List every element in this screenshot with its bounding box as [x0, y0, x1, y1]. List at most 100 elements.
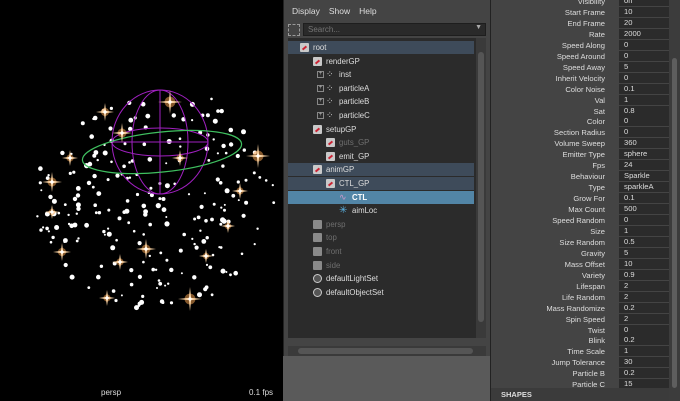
attr-value-field[interactable]: Sparkle [619, 171, 669, 182]
attr-row-gravity: Gravity 5 [491, 247, 669, 259]
outliner-item-emit_gp[interactable]: emit_GP [288, 150, 474, 163]
outliner-vertical-scrollbar[interactable] [476, 38, 486, 338]
attr-value-field[interactable]: 5 [619, 247, 669, 258]
particle-dot [272, 201, 276, 205]
outliner-item-rendergp[interactable]: renderGP [288, 55, 474, 68]
viewport-persp[interactable]: persp 0.1 fps [0, 0, 283, 401]
attr-value-field[interactable]: 0 [619, 116, 669, 127]
attr-label: Max Count [568, 205, 605, 215]
attr-value-field[interactable]: 0.2 [619, 335, 669, 346]
outliner-horizontal-scrollbar[interactable] [288, 346, 486, 356]
attr-value-field[interactable]: 0.1 [619, 83, 669, 94]
expand-icon[interactable]: + [317, 98, 324, 106]
particle-dot [256, 227, 259, 230]
attr-value-field[interactable]: on [619, 0, 669, 6]
outliner-item-particleb[interactable]: + ⁘ particleB [288, 95, 474, 108]
particle-dot [75, 193, 81, 198]
sparkle-core [118, 260, 122, 264]
attr-value-field[interactable]: sphere [619, 149, 669, 160]
menu-display[interactable]: Display [292, 6, 320, 16]
attr-value-field[interactable]: 30 [619, 357, 669, 368]
search-input[interactable] [303, 23, 486, 36]
attr-value-field[interactable]: 0.2 [619, 368, 669, 379]
attr-value-field[interactable]: 1 [619, 94, 669, 105]
menu-help[interactable]: Help [359, 6, 376, 16]
attr-value-field[interactable]: 0 [619, 127, 669, 138]
expand-icon[interactable]: + [317, 71, 324, 79]
expand-icon[interactable]: + [317, 84, 324, 92]
outliner-item-defaultobjectset[interactable]: defaultObjectSet [288, 286, 474, 299]
particle-dot [241, 129, 246, 135]
attr-value-field[interactable]: 0.5 [619, 236, 669, 247]
particle-dot [229, 273, 232, 277]
outliner-item-particlea[interactable]: + ⁘ particleA [288, 82, 474, 95]
attr-value-field[interactable]: 500 [619, 204, 669, 215]
outliner-item-ctl[interactable]: ∿ CTL [288, 190, 474, 204]
outliner-item-label: persp [326, 219, 346, 229]
particle-dot [115, 173, 120, 178]
attribute-editor: Visibility on Start Frame 10 End Frame 20 Rate… [490, 0, 680, 401]
attr-value-field[interactable]: 10 [619, 258, 669, 269]
outliner-item-front[interactable]: front [288, 245, 474, 258]
attr-value-field[interactable]: 0.2 [619, 302, 669, 313]
outliner-item-setupgp[interactable]: setupGP [288, 123, 474, 136]
attr-value-field[interactable]: 0 [619, 39, 669, 50]
particle-dot [96, 274, 101, 280]
attr-label: Time Scale [567, 347, 605, 357]
group-icon [326, 151, 335, 161]
particle-dot [102, 150, 108, 156]
attr-value-field[interactable]: sparkleA [619, 182, 669, 193]
outliner-item-persp[interactable]: persp [288, 218, 474, 231]
attr-row-end-frame: End Frame 20 [491, 17, 669, 29]
fps-readout: 0.1 fps [249, 388, 274, 397]
particle-dot [49, 240, 53, 244]
outliner-item-guts_gp[interactable]: guts_GP [288, 136, 474, 149]
attr-value-field[interactable]: 5 [619, 61, 669, 72]
particle-dot [75, 239, 79, 243]
attr-value-field[interactable]: 0 [619, 215, 669, 225]
attr-value-field[interactable]: 0 [619, 50, 669, 61]
attr-value-field[interactable]: 0 [619, 72, 669, 83]
outliner-item-defaultlightset[interactable]: defaultLightSet [288, 272, 474, 285]
sparkle-core [50, 180, 54, 184]
attr-value-field[interactable]: 0.8 [619, 105, 669, 116]
particle-dot [182, 232, 186, 237]
particle-dot [241, 213, 246, 218]
attr-value-field[interactable]: 2 [619, 313, 669, 324]
filter-icon[interactable] [288, 23, 300, 36]
attribute-scrollbar[interactable] [669, 0, 680, 401]
attr-value-field[interactable]: 2000 [619, 28, 669, 39]
particle-dot [51, 198, 57, 204]
expand-icon[interactable]: + [317, 112, 324, 119]
attr-value-field[interactable]: 10 [619, 6, 669, 17]
outliner-item-aimloc[interactable]: ✳ aimLoc [288, 204, 474, 217]
outliner-item-animgp[interactable]: animGP [288, 163, 474, 177]
outliner-item-top[interactable]: top [288, 231, 474, 244]
particle-dot [106, 178, 110, 182]
attr-value-field[interactable]: 20 [619, 17, 669, 28]
attr-value-field[interactable]: 2 [619, 291, 669, 302]
particle-dot [215, 177, 220, 182]
attr-row-blink: Blink 0.2 [491, 335, 669, 346]
menu-show[interactable]: Show [329, 6, 350, 16]
attr-value-field[interactable]: 0.1 [619, 193, 669, 204]
outliner-item-root[interactable]: root [288, 41, 474, 54]
outliner-item-particlec[interactable]: + ⁘ particleC [288, 109, 474, 122]
attr-value-field[interactable]: 0.9 [619, 269, 669, 280]
attr-value-field[interactable]: 24 [619, 160, 669, 171]
shapes-section-header[interactable]: SHAPES [491, 388, 669, 401]
attr-value-field[interactable]: 360 [619, 138, 669, 149]
particle-dot [48, 194, 53, 200]
particle-dot [221, 143, 226, 149]
attr-row-sat: Sat 0.8 [491, 105, 669, 117]
outliner-item-side[interactable]: side [288, 259, 474, 272]
particle-dot [212, 138, 215, 141]
attr-value-field[interactable]: 1 [619, 346, 669, 357]
chevron-down-icon[interactable]: ▼ [475, 24, 482, 31]
outliner-item-ctl_gp[interactable]: CTL_GP [288, 177, 474, 190]
outliner-menubar: Display Show Help [284, 0, 490, 22]
attr-value-field[interactable]: 0 [619, 324, 669, 335]
attr-value-field[interactable]: 2 [619, 280, 669, 291]
outliner-item-inst[interactable]: + ⁘ inst [288, 68, 474, 81]
attr-value-field[interactable]: 1 [619, 225, 669, 236]
